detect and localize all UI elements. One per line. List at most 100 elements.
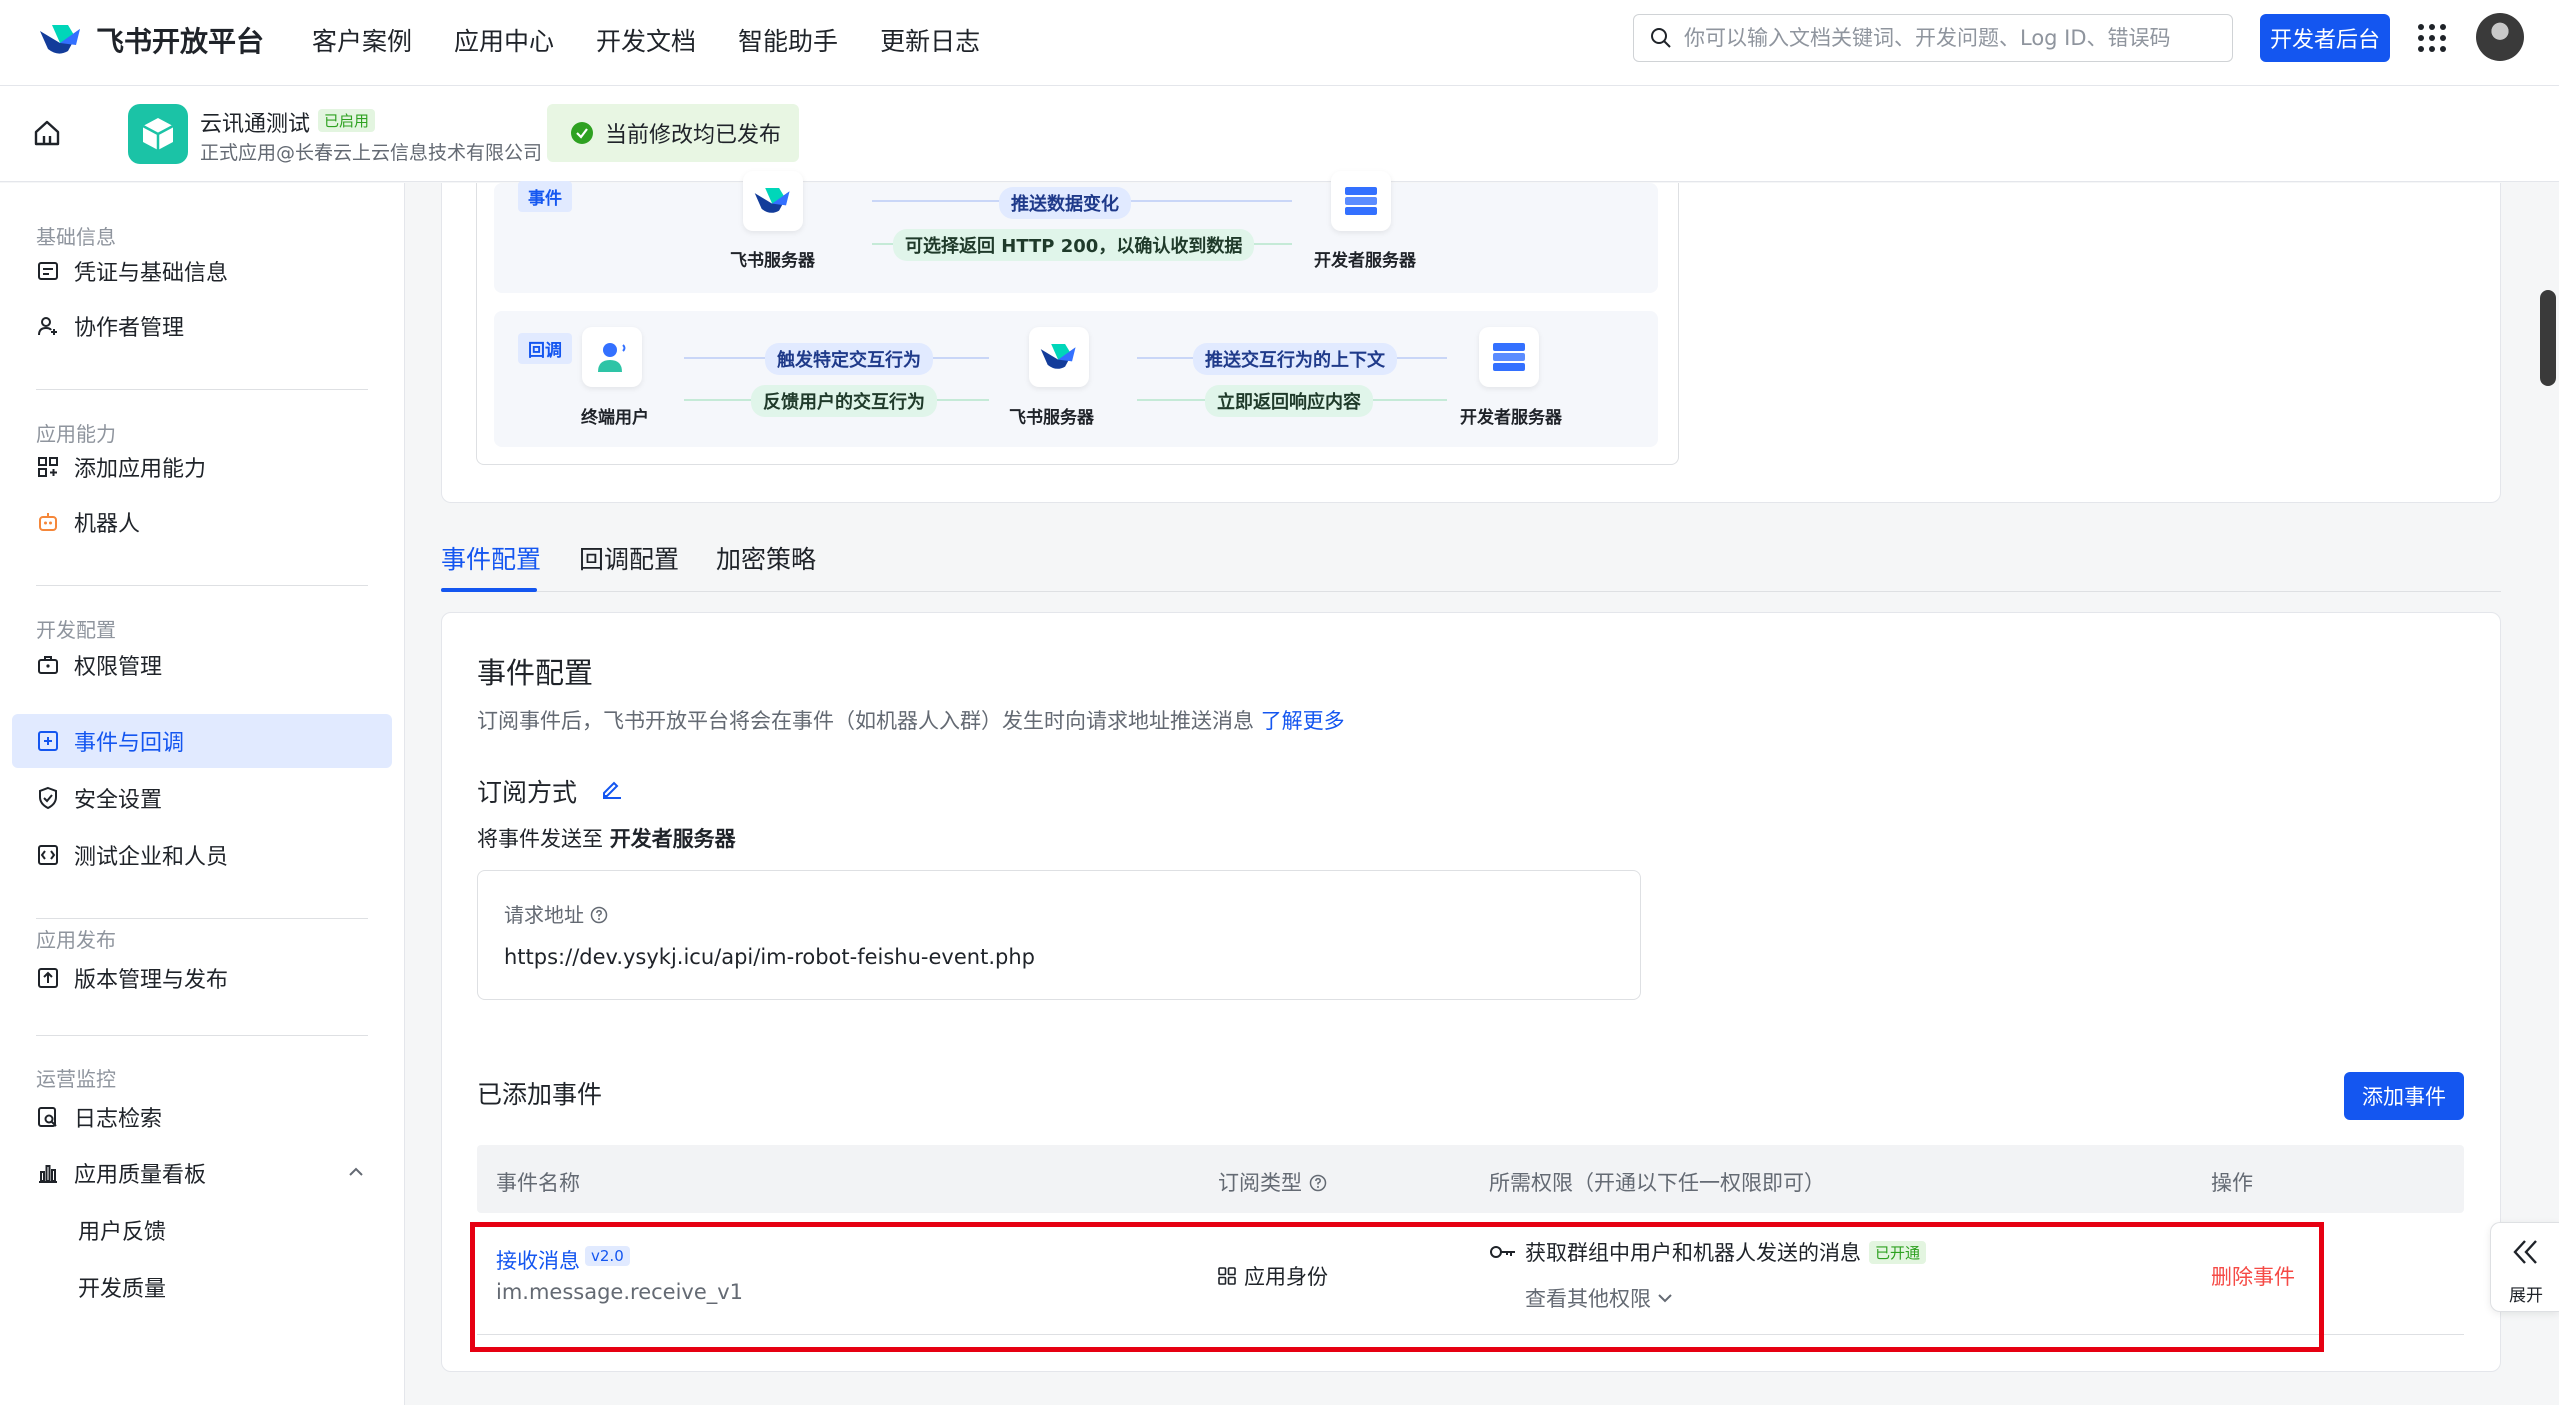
scrollbar[interactable] [2540,290,2556,386]
section-title: 事件配置 [477,656,594,690]
push-context-label: 推送交互行为的上下文 [1193,343,1397,375]
nav-changelog[interactable]: 更新日志 [880,22,980,58]
sidebar-divider [36,918,368,919]
chevron-up-icon[interactable] [348,1166,364,1178]
robot-icon [39,513,57,531]
app-name: 云讯通测试 [200,112,311,137]
code-box-icon [38,845,58,865]
sidebar-item-label: 机器人 [74,512,141,537]
published-notice: 当前修改均已发布 [547,104,799,162]
sidebar-item-log-search[interactable]: 日志检索 [12,1090,392,1144]
send-to-target: 开发者服务器 [609,827,736,851]
sidebar-item-label: 用户反馈 [78,1220,167,1245]
column-subscribe-type-label: 订阅类型 [1218,1171,1302,1195]
request-url-value[interactable]: https://dev.ysykj.icu/api/im-robot-feish… [504,945,1035,969]
sidebar-item-label: 应用质量看板 [74,1163,207,1188]
feishu-server-node [1029,327,1089,387]
sidebar-item-collaborators[interactable]: 协作者管理 [12,299,392,353]
id-card-icon [38,262,58,280]
sidebar-item-add-capability[interactable]: 添加应用能力 [12,440,392,494]
main-nav: 客户案例 应用中心 开发文档 智能助手 更新日志 [312,22,980,58]
event-return-label: 可选择返回 HTTP 200，以确认收到数据 [893,229,1255,261]
help-icon[interactable] [1309,1174,1327,1192]
return-response-label: 立即返回响应内容 [1205,385,1373,417]
callback-flow-row: 回调 终端用户 触发特定交互行为 反馈用户的交互行为 飞书服务器 推送交互行为的… [494,311,1658,447]
active-tab-indicator [441,588,537,592]
dev-server-label: 开发者服务器 [1314,251,1416,271]
column-event-name: 事件名称 [496,1171,580,1195]
nav-customer-cases[interactable]: 客户案例 [312,22,412,58]
sidebar-item-test-org[interactable]: 测试企业和人员 [12,828,392,882]
search-icon [1651,28,1671,48]
tab-encryption[interactable]: 加密策略 [716,540,816,576]
feishu-logo-icon [754,187,790,213]
learn-more-link[interactable]: 了解更多 [1261,709,1345,733]
user-avatar[interactable] [2476,13,2524,61]
status-badge: 已启用 [318,109,376,132]
sidebar-section-release: 应用发布 [36,928,116,952]
sidebar-item-label: 凭证与基础信息 [74,261,229,286]
sidebar-section-monitoring: 运营监控 [36,1067,116,1091]
sidebar-item-security[interactable]: 安全设置 [12,771,392,825]
sidebar-item-label: 测试企业和人员 [74,845,229,870]
nav-dev-docs[interactable]: 开发文档 [596,22,696,58]
sidebar-item-label: 协作者管理 [74,316,185,341]
sidebar-divider [36,585,368,586]
nav-assistant[interactable]: 智能助手 [738,22,838,58]
edit-icon[interactable] [600,776,624,800]
sidebar-item-dev-quality[interactable]: 开发质量 [12,1260,392,1314]
home-icon[interactable] [32,118,62,148]
events-table-header: 事件名称 订阅类型 所需权限（开通以下任一权限即可） 操作 [477,1145,2464,1213]
sidebar-item-bot[interactable]: 机器人 [12,495,392,549]
app-icon [128,104,188,164]
sidebar-item-label: 日志检索 [74,1107,163,1132]
event-add-icon [38,731,58,751]
callback-tag: 回调 [518,333,572,364]
sidebar-item-label: 权限管理 [74,655,163,680]
add-event-button[interactable]: 添加事件 [2344,1072,2464,1120]
server-icon [1345,187,1377,215]
end-user-node [582,327,642,387]
search-box[interactable] [1633,14,2233,62]
bar-chart-icon [39,1165,57,1183]
request-url-label-text: 请求地址 [504,903,584,927]
highlight-box [470,1222,2324,1352]
sidebar-item-label: 安全设置 [74,788,163,813]
feishu-logo-icon [1040,343,1076,369]
user-icon [598,343,626,372]
sidebar-item-user-feedback[interactable]: 用户反馈 [12,1203,392,1257]
end-user-label: 终端用户 [581,408,649,428]
request-url-label: 请求地址 [504,899,608,928]
double-chevron-left-icon [2513,1240,2537,1264]
briefcase-lock-icon [38,656,58,674]
sidebar-item-label: 开发质量 [78,1277,167,1302]
nav-app-center[interactable]: 应用中心 [454,22,554,58]
help-icon[interactable] [590,906,608,924]
dev-server-node [1331,171,1391,231]
sidebar-item-credentials[interactable]: 凭证与基础信息 [12,244,392,298]
sidebar-item-label: 添加应用能力 [74,457,207,482]
event-flow-row: 事件 飞书服务器 推送数据变化 可选择返回 HTTP 200，以确认收到数据 开… [494,171,1658,293]
brand-logo[interactable]: 飞书开放平台 [38,20,264,60]
server-icon [1493,343,1525,371]
subscribe-method-title: 订阅方式 [477,778,578,807]
expand-panel-button[interactable]: 展开 [2490,1222,2559,1312]
sidebar-item-version-release[interactable]: 版本管理与发布 [12,951,392,1005]
cube-icon [142,118,174,150]
request-url-box: 请求地址 https://dev.ysykj.icu/api/im-robot-… [477,870,1641,1000]
app-subtitle: 正式应用@长春云上云信息技术有限公司 [200,142,543,164]
apps-grid-icon[interactable] [2418,24,2446,52]
developer-console-button[interactable]: 开发者后台 [2260,14,2390,62]
expand-label: 展开 [2509,1286,2543,1306]
sidebar-item-permissions[interactable]: 权限管理 [12,638,392,692]
feishu-server-node [743,171,803,231]
tab-event-config[interactable]: 事件配置 [441,540,541,576]
tab-callback-config[interactable]: 回调配置 [579,540,679,576]
shield-icon [39,786,57,810]
feishu-server-label: 飞书服务器 [730,251,815,271]
sidebar-item-quality-dashboard[interactable]: 应用质量看板 [12,1146,392,1200]
top-nav: 飞书开放平台 客户案例 应用中心 开发文档 智能助手 更新日志 开发者后台 [0,0,2559,86]
sidebar-item-events-callbacks[interactable]: 事件与回调 [12,714,392,768]
search-input[interactable] [1684,26,2204,50]
column-subscribe-type: 订阅类型 [1218,1167,1327,1197]
